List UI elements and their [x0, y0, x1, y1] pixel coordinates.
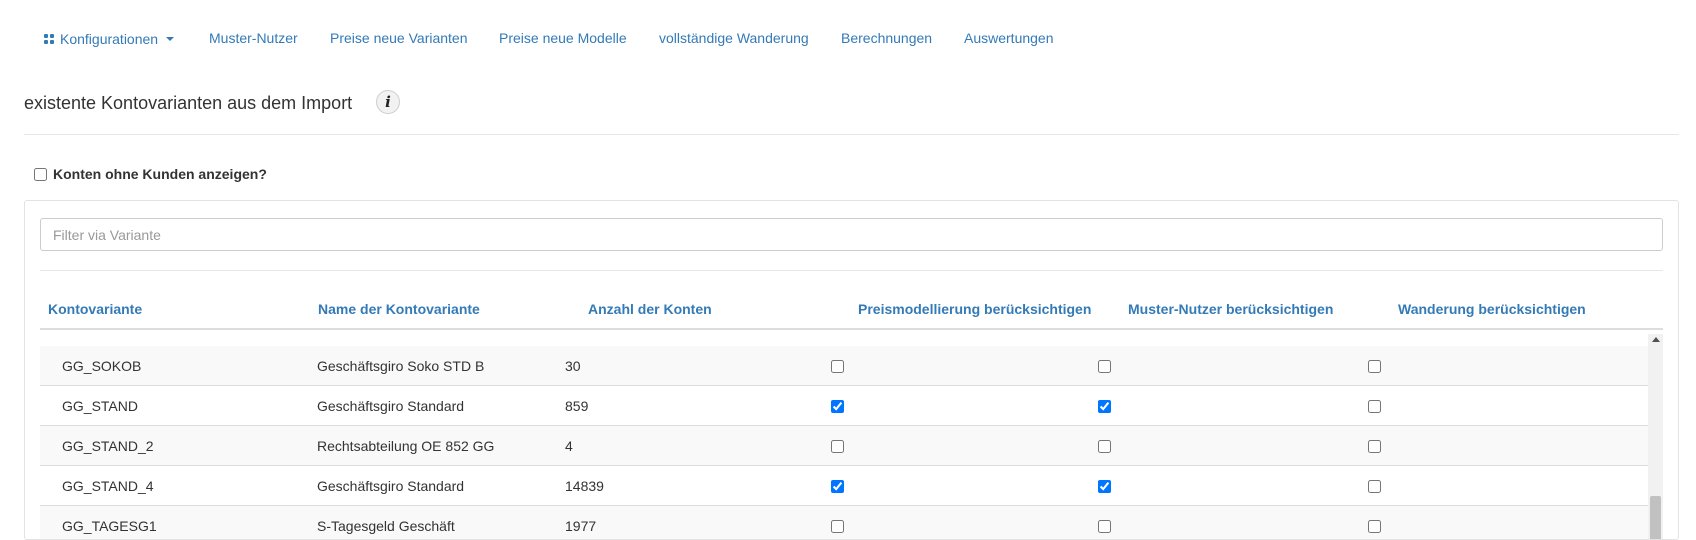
nav-item-vollstaendige-wanderung[interactable]: vollständige Wanderung — [659, 30, 809, 46]
table-body: GG_SOKOB Geschäftsgiro Soko STD B 30 GG_STA… — [40, 346, 1648, 539]
cell-anzahl: 30 — [565, 358, 581, 374]
filter-input[interactable] — [40, 218, 1663, 251]
show-accounts-without-customers-label[interactable]: Konten ohne Kunden anzeigen? — [53, 166, 267, 182]
cell-anzahl: 4 — [565, 438, 573, 454]
column-header-anzahl[interactable]: Anzahl der Konten — [588, 301, 712, 317]
muster-nutzer-checkbox[interactable] — [1098, 440, 1111, 453]
cell-kontovariante: GG_TAGESG1 — [62, 518, 157, 534]
cell-anzahl: 1977 — [565, 518, 597, 534]
cell-name: Rechtsabteilung OE 852 GG — [317, 438, 495, 454]
cell-anzahl: 859 — [565, 398, 589, 414]
column-header-muster-nutzer[interactable]: Muster-Nutzer berücksichtigen — [1128, 301, 1333, 317]
cell-name: S-Tagesgeld Geschäft — [317, 518, 455, 534]
caret-down-icon — [166, 37, 175, 41]
cell-name: Geschäftsgiro Standard — [317, 398, 465, 414]
table-row: GG_STAND Geschäftsgiro Standard 859 — [40, 386, 1648, 426]
grid-icon — [44, 34, 54, 44]
column-header-name[interactable]: Name der Kontovariante — [318, 301, 480, 317]
table-row: GG_STAND_4 Geschäftsgiro Standard 14839 — [40, 466, 1648, 506]
wanderung-checkbox[interactable] — [1368, 520, 1381, 533]
show-accounts-without-customers-option: Konten ohne Kunden anzeigen? — [34, 166, 267, 182]
nav-item-preise-neue-varianten[interactable]: Preise neue Varianten — [330, 30, 468, 46]
scroll-up-arrow-icon[interactable] — [1652, 337, 1660, 342]
wanderung-checkbox[interactable] — [1368, 440, 1381, 453]
cell-kontovariante: GG_STAND_4 — [62, 478, 154, 494]
preismodellierung-checkbox[interactable] — [831, 480, 844, 493]
top-navigation: Konfigurationen Muster-Nutzer Preise neu… — [0, 0, 1696, 76]
cell-name: Geschäftsgiro Soko STD B — [317, 358, 485, 374]
muster-nutzer-checkbox[interactable] — [1098, 360, 1111, 373]
column-header-wanderung[interactable]: Wanderung berücksichtigen — [1398, 301, 1586, 317]
page-title: existente Kontovarianten aus dem Import — [24, 93, 353, 113]
table-row: GG_STAND_2 Rechtsabteilung OE 852 GG 4 — [40, 426, 1648, 466]
preismodellierung-checkbox[interactable] — [831, 440, 844, 453]
nav-item-berechnungen[interactable]: Berechnungen — [841, 30, 932, 46]
show-accounts-without-customers-checkbox[interactable] — [34, 167, 47, 181]
nav-item-konfigurationen[interactable]: Konfigurationen — [44, 31, 175, 47]
table-scrollbar[interactable] — [1648, 334, 1663, 539]
column-header-kontovariante[interactable]: Kontovariante — [48, 301, 142, 317]
muster-nutzer-checkbox[interactable] — [1098, 400, 1111, 413]
table-row: GG_SOKOB Geschäftsgiro Soko STD B 30 — [40, 346, 1648, 386]
cell-kontovariante: GG_STAND — [62, 398, 138, 414]
wanderung-checkbox[interactable] — [1368, 480, 1381, 493]
table-header: Kontovariante Name der Kontovariante Anz… — [40, 294, 1663, 330]
nav-item-muster-nutzer[interactable]: Muster-Nutzer — [209, 30, 298, 46]
cell-name: Geschäftsgiro Standard — [317, 478, 465, 494]
cell-anzahl: 14839 — [565, 478, 604, 494]
scrollbar-thumb[interactable] — [1650, 496, 1661, 539]
nav-item-preise-neue-modelle[interactable]: Preise neue Modelle — [499, 30, 627, 46]
preismodellierung-checkbox[interactable] — [831, 520, 844, 533]
info-icon[interactable]: i — [376, 90, 400, 114]
cell-kontovariante: GG_SOKOB — [62, 358, 142, 374]
divider — [24, 134, 1679, 135]
muster-nutzer-checkbox[interactable] — [1098, 520, 1111, 533]
column-header-preismodellierung[interactable]: Preismodellierung berücksichtigen — [858, 301, 1091, 317]
nav-item-label: Konfigurationen — [60, 31, 159, 47]
preismodellierung-checkbox[interactable] — [831, 400, 844, 413]
variants-panel: Kontovariante Name der Kontovariante Anz… — [24, 200, 1679, 540]
muster-nutzer-checkbox[interactable] — [1098, 480, 1111, 493]
table-row: GG_TAGESG1 S-Tagesgeld Geschäft 1977 — [40, 506, 1648, 539]
wanderung-checkbox[interactable] — [1368, 400, 1381, 413]
nav-item-auswertungen[interactable]: Auswertungen — [964, 30, 1054, 46]
cell-kontovariante: GG_STAND_2 — [62, 438, 154, 454]
wanderung-checkbox[interactable] — [1368, 360, 1381, 373]
divider — [40, 270, 1663, 271]
preismodellierung-checkbox[interactable] — [831, 360, 844, 373]
